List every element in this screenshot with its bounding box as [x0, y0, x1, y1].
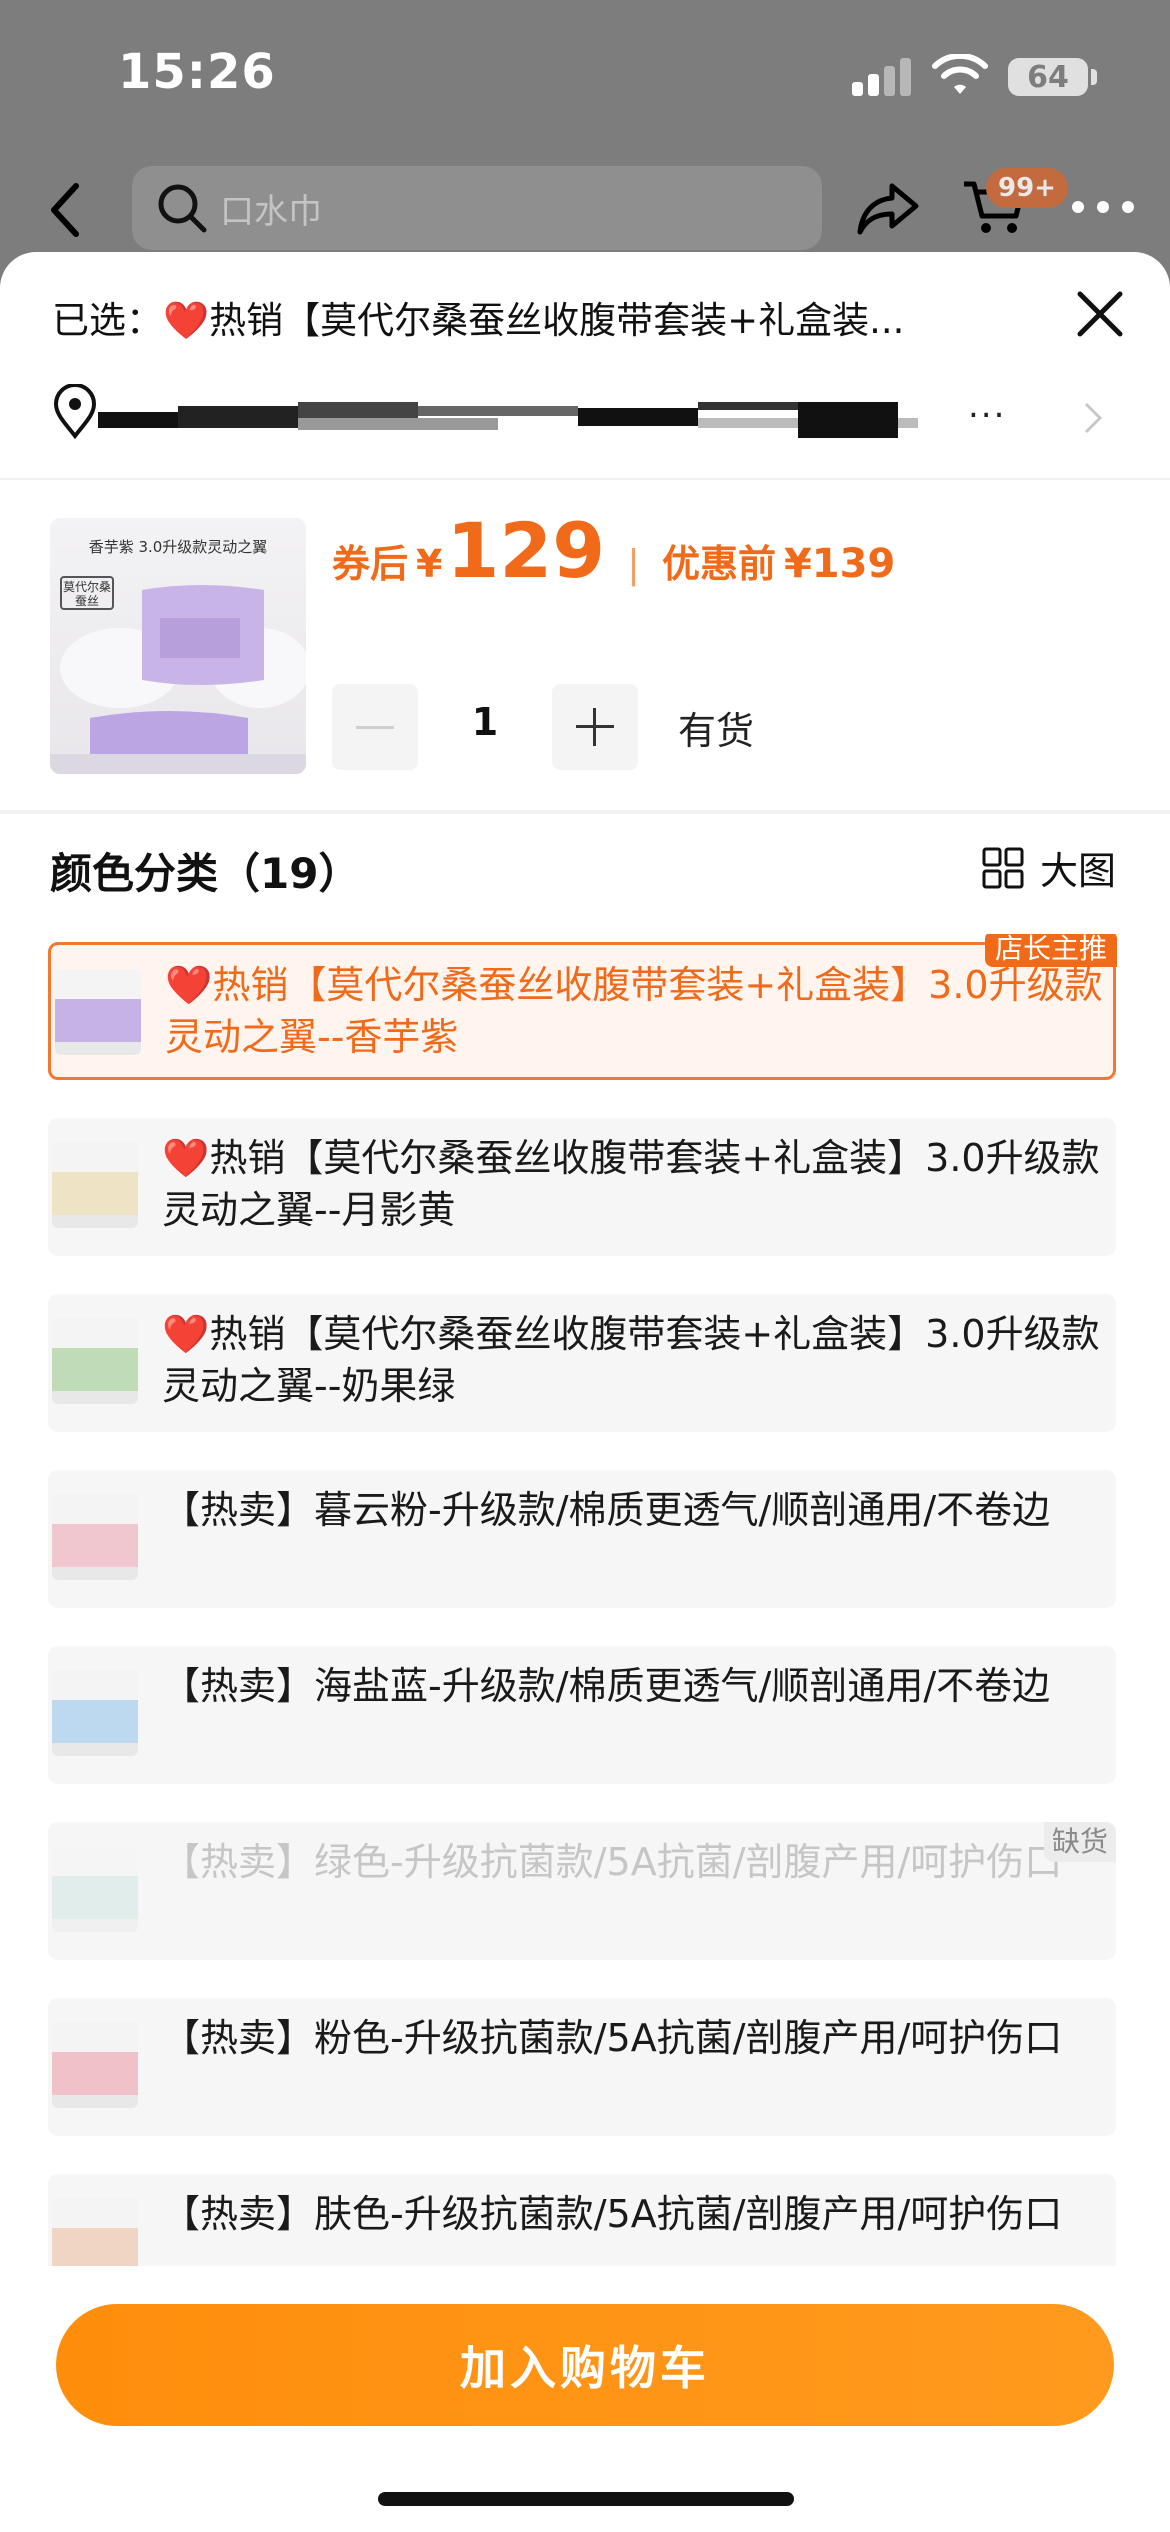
original-price-label: 优惠前: [661, 542, 776, 586]
option-label: ❤️热销【莫代尔桑蚕丝收腹带套装+礼盒装】3.0升级款灵动之翼--月影黄: [162, 1136, 1100, 1232]
wifi-icon: [932, 54, 988, 94]
divider: [0, 478, 1170, 480]
currency-symbol: ¥: [416, 542, 443, 586]
big-view-toggle[interactable]: 大图: [982, 840, 1116, 895]
option-sea-salt-blue[interactable]: 【热卖】海盐蓝-升级款/棉质更透气/顺剖通用/不卷边: [48, 1646, 1116, 1784]
option-dusk-pink[interactable]: 【热卖】暮云粉-升级款/棉质更透气/顺剖通用/不卷边: [48, 1470, 1116, 1608]
option-thumbnail: [52, 1670, 138, 1756]
search-icon: [158, 184, 207, 233]
waist-belt-image: [50, 585, 306, 774]
option-label: ❤️热销【莫代尔桑蚕丝收腹带套装+礼盒装】3.0升级款灵动之翼--香芋紫: [165, 963, 1103, 1059]
redacted-address: [98, 402, 988, 438]
option-label: ❤️热销【莫代尔桑蚕丝收腹带套装+礼盒装】3.0升级款灵动之翼--奶果绿: [162, 1312, 1100, 1408]
divider: [0, 810, 1170, 814]
delivery-address-row[interactable]: ...: [52, 380, 1132, 460]
cart-badge: 99+: [986, 168, 1068, 208]
share-icon[interactable]: [856, 180, 920, 236]
option-thumbnail: [52, 1318, 138, 1404]
option-taro-purple[interactable]: ❤️热销【莫代尔桑蚕丝收腹带套装+礼盒装】3.0升级款灵动之翼--香芋紫 店长主…: [48, 934, 1117, 1080]
stock-status: 有货: [678, 709, 755, 753]
option-thumbnail: [52, 1142, 138, 1228]
option-label: 【热卖】绿色-升级抗菌款/5A抗菌/剖腹产用/呵护伤口: [162, 1840, 1063, 1884]
original-price: ¥139: [783, 541, 896, 587]
home-indicator[interactable]: [378, 2492, 794, 2506]
option-thumbnail: [52, 1494, 138, 1580]
color-options-list[interactable]: ❤️热销【莫代尔桑蚕丝收腹带套装+礼盒装】3.0升级款灵动之翼--香芋紫 店长主…: [0, 934, 1170, 2266]
option-pink[interactable]: 【热卖】粉色-升级抗菌款/5A抗菌/剖腹产用/呵护伤口: [48, 1998, 1116, 2136]
option-skin-tone[interactable]: 【热卖】肤色-升级抗菌款/5A抗菌/剖腹产用/呵护伤口: [48, 2174, 1116, 2266]
option-label: 【热卖】暮云粉-升级款/棉质更透气/顺剖通用/不卷边: [162, 1488, 1051, 1532]
battery-icon: 64: [1008, 58, 1088, 96]
big-view-label: 大图: [1040, 849, 1117, 893]
option-thumbnail: [52, 2198, 138, 2266]
quantity-increase-button[interactable]: [552, 684, 638, 770]
battery-tip: [1091, 69, 1097, 85]
price-separator: |: [627, 542, 640, 586]
close-icon[interactable]: [1074, 288, 1126, 340]
chevron-right-icon: [1084, 402, 1103, 434]
cellular-signal-icon: [852, 58, 912, 96]
option-green-out-of-stock[interactable]: 【热卖】绿色-升级抗菌款/5A抗菌/剖腹产用/呵护伤口 缺货: [48, 1822, 1116, 1960]
add-to-cart-button[interactable]: 加入购物车: [56, 2304, 1114, 2426]
option-thumbnail: [55, 969, 141, 1055]
recommended-badge: 店长主推: [984, 934, 1117, 967]
option-label: 【热卖】海盐蓝-升级款/棉质更透气/顺剖通用/不卷边: [162, 1664, 1051, 1708]
location-pin-icon: [53, 384, 97, 440]
coupon-price: 129: [446, 506, 606, 595]
selected-summary: 已选：❤️热销【莫代尔桑蚕丝收腹带套装+礼盒装...: [52, 299, 905, 342]
option-moon-yellow[interactable]: ❤️热销【莫代尔桑蚕丝收腹带套装+礼盒装】3.0升级款灵动之翼--月影黄: [48, 1118, 1116, 1256]
option-thumbnail: [52, 2022, 138, 2108]
search-input[interactable]: 口水巾: [132, 166, 822, 250]
option-thumbnail: [52, 1846, 138, 1932]
option-label: 【热卖】肤色-升级抗菌款/5A抗菌/剖腹产用/呵护伤口: [162, 2192, 1063, 2236]
product-thumbnail[interactable]: 香芋紫 3.0升级款灵动之翼 莫代尔桑蚕丝: [50, 518, 306, 774]
status-bar: 15:26 64: [0, 0, 1170, 150]
status-time: 15:26: [118, 44, 276, 100]
option-milk-green[interactable]: ❤️热销【莫代尔桑蚕丝收腹带套装+礼盒装】3.0升级款灵动之翼--奶果绿: [48, 1294, 1116, 1432]
quantity-decrease-button[interactable]: [332, 684, 418, 770]
grid-icon: [982, 847, 1024, 888]
address-ellipsis: ...: [968, 386, 1007, 426]
search-placeholder: 口水巾: [220, 191, 322, 232]
price-row: 券后 ¥ 129 | 优惠前 ¥139: [332, 506, 895, 596]
more-icon[interactable]: [1072, 198, 1134, 216]
coupon-price-label: 券后: [332, 542, 409, 586]
out-of-stock-tag: 缺货: [1043, 1822, 1116, 1862]
quantity-value[interactable]: 1: [440, 700, 530, 744]
option-label: 【热卖】粉色-升级抗菌款/5A抗菌/剖腹产用/呵护伤口: [162, 2016, 1063, 2060]
back-icon[interactable]: [46, 180, 86, 240]
color-category-title: 颜色分类（19）: [50, 849, 361, 898]
